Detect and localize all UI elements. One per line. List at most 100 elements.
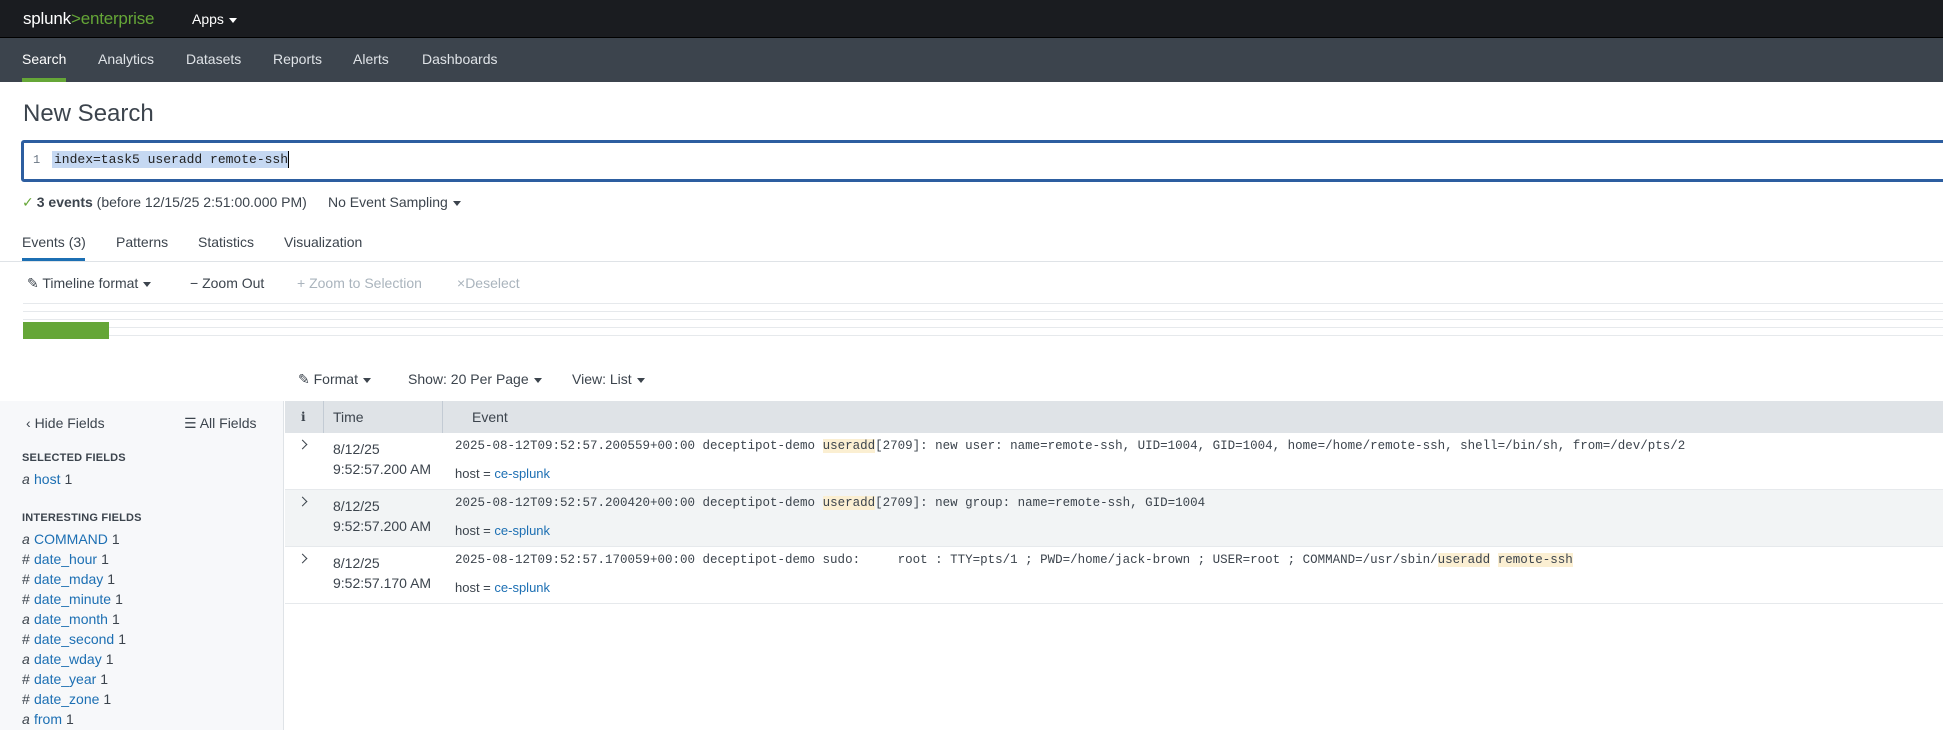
field-command[interactable]: a COMMAND 1 <box>22 531 120 547</box>
search-status: ✓ 3 events (before 12/15/25 2:51:00.000 P… <box>22 194 307 211</box>
field-from[interactable]: a from 1 <box>22 711 74 727</box>
field-date-wday[interactable]: a date_wday 1 <box>22 651 114 667</box>
field-name: date_second <box>34 631 115 647</box>
field-count: 1 <box>115 591 123 607</box>
time-column-header[interactable]: Time <box>333 409 364 425</box>
event-date: 8/12/25 <box>333 555 380 571</box>
logo-sep: > <box>70 9 81 28</box>
check-icon: ✓ <box>22 194 34 210</box>
event-time: 8/12/25 9:52:57.170 AM <box>333 553 431 593</box>
event-raw[interactable]: 2025-08-12T09:52:57.200420+00:00 decepti… <box>455 496 1205 510</box>
deselect-button[interactable]: ×Deselect <box>457 275 520 291</box>
event-highlight[interactable]: useradd <box>822 439 876 453</box>
hide-fields-button[interactable]: ‹ Hide Fields <box>26 415 105 431</box>
host-value[interactable]: ce-splunk <box>494 466 550 481</box>
field-type: a <box>22 471 30 487</box>
field-date-year[interactable]: # date_year 1 <box>22 671 108 687</box>
minus-icon: − <box>190 275 199 291</box>
field-name: date_hour <box>34 551 98 567</box>
event-clock: 9:52:57.200 AM <box>333 461 432 477</box>
apps-menu[interactable]: Apps <box>192 11 237 27</box>
line-number: 1 <box>33 153 41 167</box>
zoom-out-button[interactable]: − Zoom Out <box>190 275 264 291</box>
zoom-to-selection-button[interactable]: + Zoom to Selection <box>297 275 422 291</box>
event-time: 8/12/25 9:52:57.200 AM <box>333 439 431 479</box>
timeline-chart[interactable] <box>23 303 1943 343</box>
event-raw[interactable]: 2025-08-12T09:52:57.200559+00:00 decepti… <box>455 439 1685 453</box>
event-time: 8/12/25 9:52:57.200 AM <box>333 496 431 536</box>
field-name: date_mday <box>34 571 104 587</box>
splunk-logo[interactable]: splunk>enterprise <box>23 9 154 29</box>
tab-visualization[interactable]: Visualization <box>284 234 362 250</box>
nav-datasets[interactable]: Datasets <box>186 51 241 67</box>
format-button[interactable]: ✎ Format <box>298 371 371 388</box>
event-host-line: host = ce-splunk <box>455 580 550 595</box>
view-dropdown[interactable]: View: List <box>572 371 645 387</box>
field-name: COMMAND <box>34 531 108 547</box>
field-date-mday[interactable]: # date_mday 1 <box>22 571 115 587</box>
event-column-header[interactable]: Event <box>472 409 508 425</box>
sampling-label: No Event Sampling <box>328 194 448 210</box>
field-host[interactable]: a host 1 <box>22 471 72 487</box>
apps-label: Apps <box>192 11 224 27</box>
fields-sidebar: ‹ Hide Fields ☰ All Fields SELECTED FIEL… <box>0 401 284 730</box>
field-count: 1 <box>111 611 120 627</box>
tab-events[interactable]: Events (3) <box>22 234 86 250</box>
event-clock: 9:52:57.200 AM <box>333 518 432 534</box>
event-count: 3 events <box>36 194 93 210</box>
field-date-month[interactable]: a date_month 1 <box>22 611 120 627</box>
field-type: # <box>22 551 30 567</box>
caret-down-icon <box>228 17 237 23</box>
event-text: [2709]: new user: name=remote-ssh, UID=1… <box>875 439 1686 453</box>
logo-sub: enterprise <box>80 9 155 28</box>
field-date-minute[interactable]: # date_minute 1 <box>22 591 123 607</box>
field-count: 1 <box>105 651 114 667</box>
tab-patterns[interactable]: Patterns <box>116 234 168 250</box>
nav-analytics[interactable]: Analytics <box>98 51 154 67</box>
nav-search[interactable]: Search <box>22 51 66 67</box>
page-title: New Search <box>23 100 154 127</box>
show-per-page-dropdown[interactable]: Show: 20 Per Page <box>408 371 542 387</box>
field-name: date_zone <box>34 691 100 707</box>
tab-statistics[interactable]: Statistics <box>198 234 254 250</box>
event-host-line: host = ce-splunk <box>455 466 550 481</box>
chevron-left-icon: ‹ <box>26 415 31 431</box>
field-date-hour[interactable]: # date_hour 1 <box>22 551 109 567</box>
nav-alerts[interactable]: Alerts <box>353 51 389 67</box>
table-row: 8/12/25 9:52:57.170 AM 2025-08-12T09:52:5… <box>285 547 1943 604</box>
top-bar: splunk>enterprise Apps <box>0 0 1943 38</box>
column-separator <box>323 401 324 433</box>
field-type: a <box>22 711 30 727</box>
caret-down-icon <box>452 200 461 206</box>
nav-dashboards[interactable]: Dashboards <box>422 51 498 67</box>
pencil-icon: ✎ <box>27 275 39 291</box>
event-text: 2025-08-12T09:52:57.200559+00:00 decepti… <box>455 439 823 453</box>
host-value[interactable]: ce-splunk <box>494 523 550 538</box>
timeline-format-button[interactable]: ✎ Timeline format <box>27 275 152 292</box>
table-row: 8/12/25 9:52:57.200 AM 2025-08-12T09:52:5… <box>285 433 1943 490</box>
zoom-selection-label: Zoom to Selection <box>309 275 422 291</box>
field-name: from <box>34 711 62 727</box>
field-name: date_year <box>34 671 97 687</box>
caret-down-icon <box>362 377 371 383</box>
search-input[interactable]: 1 index=task5 useradd remote-ssh <box>21 140 1943 182</box>
timeline-bar[interactable] <box>23 322 109 339</box>
nav-reports[interactable]: Reports <box>273 51 322 67</box>
field-count: 1 <box>64 471 73 487</box>
field-date-zone[interactable]: # date_zone 1 <box>22 691 111 707</box>
info-column-header[interactable]: i <box>301 410 306 424</box>
event-highlight[interactable]: useradd <box>822 496 876 510</box>
chevron-right-icon[interactable] <box>297 553 308 564</box>
event-sampling-dropdown[interactable]: No Event Sampling <box>328 194 461 210</box>
all-fields-button[interactable]: ☰ All Fields <box>184 415 256 432</box>
event-highlight[interactable]: useradd <box>1437 553 1491 567</box>
host-label: host = <box>455 466 495 481</box>
search-query-text[interactable]: index=task5 useradd remote-ssh <box>52 151 290 168</box>
host-value[interactable]: ce-splunk <box>494 580 550 595</box>
event-highlight[interactable]: remote-ssh <box>1497 553 1573 567</box>
chevron-right-icon[interactable] <box>297 439 308 450</box>
field-count: 1 <box>103 691 112 707</box>
chevron-right-icon[interactable] <box>297 496 308 507</box>
event-raw[interactable]: 2025-08-12T09:52:57.170059+00:00 decepti… <box>455 553 1573 567</box>
field-date-second[interactable]: # date_second 1 <box>22 631 126 647</box>
